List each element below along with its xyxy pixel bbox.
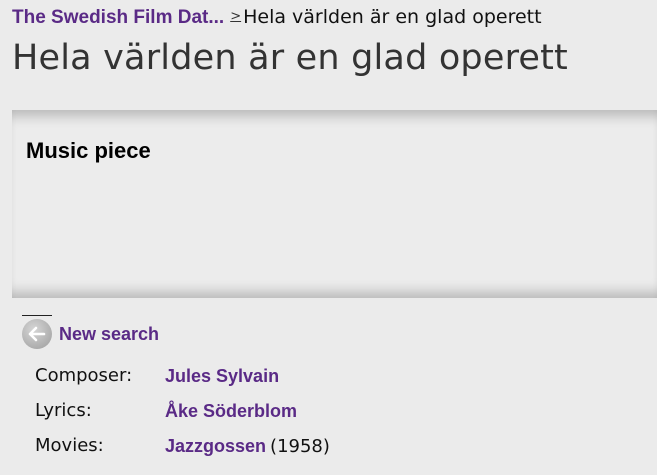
new-search-link[interactable]: New search: [59, 324, 159, 345]
breadcrumb-root-link[interactable]: The Swedish Film Dat...: [12, 7, 224, 28]
back-arrow-icon[interactable]: [22, 319, 52, 349]
breadcrumb-separator-icon: >: [230, 9, 242, 24]
movie-link[interactable]: Jazzgossen: [165, 436, 266, 456]
lyrics-value: Åke Söderblom: [165, 401, 297, 422]
lyrics-link[interactable]: Åke Söderblom: [165, 401, 297, 421]
breadcrumb-current: Hela världen är en glad operett: [243, 6, 542, 28]
composer-link[interactable]: Jules Sylvain: [165, 366, 279, 386]
page-title: Hela världen är en glad operett: [12, 38, 568, 78]
panel-heading: Music piece: [26, 138, 151, 163]
lyrics-label: Lyrics:: [35, 400, 92, 421]
movies-value: Jazzgossen (1958): [165, 436, 330, 457]
composer-value: Jules Sylvain: [165, 366, 279, 387]
back-arrow-glyph: [28, 326, 46, 342]
breadcrumb: The Swedish Film Dat... > Hela världen är …: [12, 6, 542, 29]
content-panel: Music piece: [12, 110, 657, 298]
composer-label: Composer:: [35, 365, 133, 386]
page: The Swedish Film Dat... > Hela världen är …: [0, 0, 657, 475]
movies-label: Movies:: [35, 435, 104, 456]
divider: [22, 315, 52, 316]
movie-year: (1958): [270, 436, 330, 457]
